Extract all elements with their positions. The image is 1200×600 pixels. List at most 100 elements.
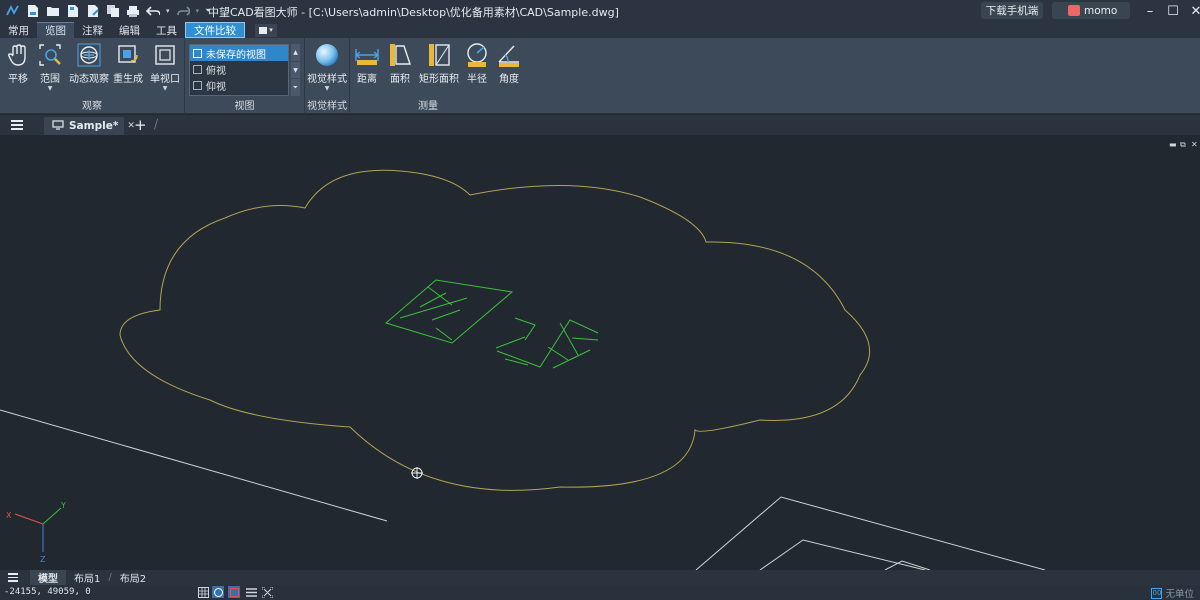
measure-angle-button[interactable]: 角度 [496, 42, 522, 85]
measure-area-button[interactable]: 面积 [387, 42, 413, 85]
single-viewport-label: 单视口 [150, 74, 180, 85]
units-indicator[interactable]: 00 无单位 [1151, 586, 1194, 600]
radius-label: 半径 [467, 74, 487, 85]
measure-radius-button[interactable]: 半径 [464, 42, 490, 85]
user-account-button[interactable]: momo [1052, 2, 1130, 19]
pan-label: 平移 [8, 74, 28, 85]
orbit-button[interactable]: 动态观察 [69, 42, 109, 85]
regen-button[interactable]: 重生成 [113, 42, 143, 85]
ribbon-group-views: 未保存的视图 俯视 仰视 ▲ ▼ ⏷ 视图 [185, 38, 305, 114]
tab-annotate[interactable]: 注释 [74, 22, 111, 38]
extents-button[interactable]: 范围 ▼ [37, 42, 63, 92]
snap-icon[interactable] [212, 586, 224, 598]
views-scrollbar[interactable]: ▲ ▼ ⏷ [291, 44, 300, 97]
undo-dropdown-icon[interactable]: ▾ [166, 7, 170, 15]
maximize-button[interactable]: ☐ [1163, 2, 1183, 20]
ucs-icon: X Y Z [6, 501, 66, 564]
measure-rect-area-button[interactable]: 矩形面积 [419, 42, 459, 85]
app-logo-icon[interactable] [6, 4, 20, 18]
viewport-icon [152, 42, 178, 68]
views-list: 未保存的视图 俯视 仰视 [189, 44, 289, 96]
undo-icon[interactable] [146, 4, 160, 18]
fullscreen-icon[interactable] [261, 586, 273, 598]
tab-browse[interactable]: 览图 [37, 22, 74, 38]
tab-file-compare[interactable]: 文件比较 [185, 22, 245, 38]
lineweight-icon[interactable] [245, 586, 257, 598]
units-icon: 00 [1151, 587, 1163, 599]
chevron-down-icon: ▼ [324, 85, 330, 92]
document-tab[interactable]: Sample* ✕ [44, 117, 135, 135]
pan-button[interactable]: 平移 [5, 42, 31, 85]
new-file-icon[interactable] [26, 4, 40, 18]
grid-icon[interactable] [197, 586, 209, 598]
menu-bar: 常用 览图 注释 编辑 工具 文件比较 ▾ [0, 22, 1200, 38]
angle-label: 角度 [499, 74, 519, 85]
add-tab-icon[interactable]: + [134, 116, 147, 134]
distance-icon [354, 42, 380, 68]
status-bar: -24155, 49059, 0 00 无单位 [0, 585, 1200, 600]
scroll-up-icon[interactable]: ▲ [291, 44, 300, 61]
handwritten-text [384, 279, 599, 369]
document-tab-bar: Sample* ✕ + / [0, 115, 1200, 135]
radius-icon [464, 42, 490, 68]
units-label: 无单位 [1165, 589, 1194, 600]
hand-icon [5, 42, 31, 68]
document-tab-label: Sample* [69, 120, 119, 132]
redo-icon[interactable] [176, 4, 190, 18]
extents-label: 范围 [40, 74, 60, 85]
angle-icon [496, 42, 522, 68]
copy-icon[interactable] [106, 4, 120, 18]
visual-style-button[interactable]: 视觉样式 ▼ [307, 42, 347, 92]
layout-tab-model[interactable]: 模型 [30, 570, 66, 585]
object-snap-icon[interactable] [228, 586, 240, 598]
ribbon-icon [259, 26, 268, 34]
ucs-x-label: X [6, 511, 12, 520]
download-mobile-button[interactable]: 下载手机端 [981, 2, 1043, 19]
tab-common[interactable]: 常用 [0, 22, 37, 38]
chevron-down-icon: ▼ [162, 85, 168, 92]
ribbon-group-label: 测量 [418, 101, 438, 112]
measure-distance-button[interactable]: 距离 [354, 42, 380, 85]
minimize-button[interactable]: – [1140, 2, 1160, 20]
view-item-label: 未保存的视图 [206, 49, 266, 61]
layout-tab-2[interactable]: 布局2 [112, 570, 154, 585]
layout-menu-icon[interactable] [0, 570, 30, 585]
layout-tab-1[interactable]: 布局1 [66, 570, 108, 585]
print-icon[interactable] [126, 4, 140, 18]
ucs-y-label: Y [60, 501, 66, 510]
drawing-line [695, 496, 1046, 570]
save-icon[interactable] [66, 4, 80, 18]
expand-list-icon[interactable]: ⏷ [291, 79, 300, 97]
regen-label: 重生成 [113, 74, 143, 85]
redo-dropdown-icon[interactable]: ▾ [196, 7, 200, 15]
user-name: momo [1084, 4, 1118, 17]
view-item-bottom[interactable]: 仰视 [190, 77, 288, 93]
view-item-label: 俯视 [206, 65, 226, 77]
ribbon-options-dropdown[interactable]: ▾ [255, 23, 277, 37]
orbit-label: 动态观察 [69, 74, 109, 85]
menu-icon[interactable] [11, 120, 23, 130]
drawing-line [759, 539, 926, 570]
drawing-line [0, 409, 388, 522]
close-button[interactable]: ✕ [1186, 2, 1200, 20]
coordinates-readout: -24155, 49059, 0 [4, 587, 91, 597]
tab-edit[interactable]: 编辑 [111, 22, 148, 38]
visual-style-label: 视觉样式 [307, 74, 347, 85]
view-top-icon [193, 64, 202, 74]
scroll-down-icon[interactable]: ▼ [291, 61, 300, 79]
view-icon [193, 48, 202, 58]
tab-tools[interactable]: 工具 [148, 22, 185, 38]
save-as-icon[interactable] [86, 4, 100, 18]
rect-area-icon [426, 42, 452, 68]
rect-area-label: 矩形面积 [419, 74, 459, 85]
drawing-canvas[interactable]: ▬ ⧉ ✕ X Y Z [0, 135, 1200, 570]
view-item-top[interactable]: 俯视 [190, 61, 288, 77]
area-label: 面积 [390, 74, 410, 85]
single-viewport-button[interactable]: 单视口 ▼ [150, 42, 180, 92]
ribbon-group-observe: 平移 范围 ▼ 动态观察 重生成 单视口 ▼ 观察 [0, 38, 185, 114]
view-bottom-icon [193, 80, 202, 90]
open-folder-icon[interactable] [46, 4, 60, 18]
view-item-unsaved[interactable]: 未保存的视图 [190, 45, 288, 61]
revision-cloud [119, 169, 871, 491]
distance-label: 距离 [357, 74, 377, 85]
